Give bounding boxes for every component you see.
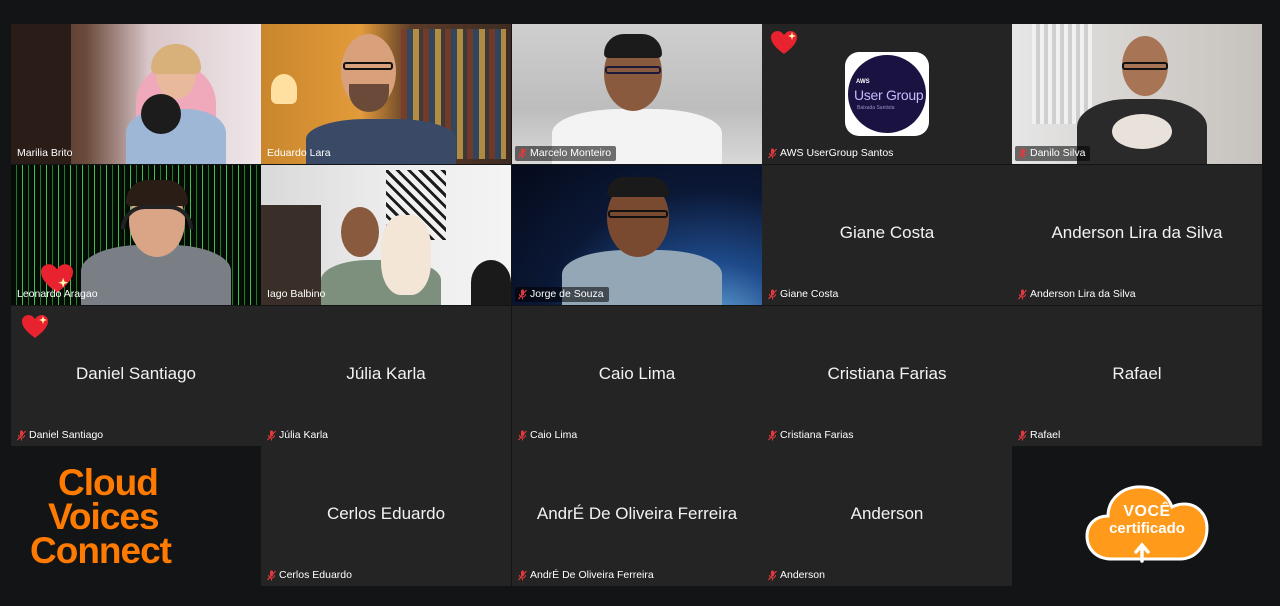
participant-name-tag: AWS UserGroup Santos bbox=[765, 146, 898, 161]
cert-bottom-text: certificado bbox=[1109, 520, 1185, 537]
participant-name: Júlia Karla bbox=[279, 429, 329, 441]
video-tile-iago-balbino[interactable]: Iago Balbino bbox=[261, 165, 511, 305]
mic-muted-icon bbox=[267, 430, 276, 441]
participant-name: Iago Balbino bbox=[267, 288, 326, 300]
brand-line-2: Voices bbox=[48, 496, 160, 537]
cloud-voices-connect-logo: Cloud Voices Connect bbox=[30, 462, 250, 571]
video-tile-aws-usergroup-santos[interactable]: AWS User Group Baixada Santista AWS User… bbox=[762, 24, 1012, 164]
video-tile-cristiana-farias[interactable]: Cristiana Farias Cristiana Farias bbox=[762, 306, 1012, 446]
video-tile-caio-lima[interactable]: Caio Lima Caio Lima bbox=[512, 306, 762, 446]
mic-muted-icon bbox=[1018, 289, 1027, 300]
video-tile-marcelo-monteiro[interactable]: Marcelo Monteiro bbox=[512, 24, 762, 164]
video-tile-jorge-de-souza[interactable]: Jorge de Souza bbox=[512, 165, 762, 305]
participant-name: Danilo Silva bbox=[1030, 147, 1086, 159]
mic-muted-icon bbox=[518, 289, 527, 300]
mic-muted-icon bbox=[768, 289, 777, 300]
mic-muted-icon bbox=[1018, 430, 1027, 441]
participant-name: Leonardo Aragao bbox=[17, 288, 98, 300]
participant-name-tag: Cerlos Eduardo bbox=[264, 568, 357, 583]
mic-muted-icon bbox=[1018, 148, 1027, 159]
participant-name: Marcelo Monteiro bbox=[530, 147, 612, 159]
participant-name-tag: Iago Balbino bbox=[264, 287, 330, 302]
video-feed bbox=[11, 24, 261, 164]
participant-name: AWS UserGroup Santos bbox=[780, 147, 894, 159]
participant-display-name: Cristiana Farias bbox=[827, 364, 947, 383]
participant-name: Anderson Lira da Silva bbox=[1030, 288, 1136, 300]
mic-muted-icon bbox=[518, 148, 527, 159]
video-feed bbox=[512, 165, 762, 305]
participant-name: Marilia Brito bbox=[17, 147, 73, 159]
participant-display-name: Júlia Karla bbox=[346, 364, 426, 383]
participant-name-tag: Eduardo Lara bbox=[264, 146, 336, 161]
video-tile-eduardo-lara[interactable]: Eduardo Lara bbox=[261, 24, 511, 164]
mic-muted-icon bbox=[267, 570, 276, 581]
voce-certificado-badge: VOCÊ certificado bbox=[1084, 481, 1210, 563]
participant-name: Anderson bbox=[780, 569, 825, 581]
brand-line-1: Cloud bbox=[58, 462, 159, 503]
participant-name-tag: Giane Costa bbox=[765, 287, 843, 302]
video-tile-danilo-silva[interactable]: Danilo Silva bbox=[1012, 24, 1262, 164]
participant-name-tag: Marilia Brito bbox=[14, 146, 77, 161]
cert-top-text: VOCÊ bbox=[1123, 503, 1171, 520]
participant-display-name: Anderson bbox=[850, 504, 924, 523]
mic-muted-icon bbox=[768, 430, 777, 441]
participant-display-name: Daniel Santiago bbox=[75, 364, 197, 383]
participant-name-tag: Leonardo Aragao bbox=[14, 287, 103, 302]
participant-name: Cerlos Eduardo bbox=[279, 569, 352, 581]
participant-name-tag: Daniel Santiago bbox=[14, 428, 108, 443]
video-tile-giane-costa[interactable]: Giane Costa Giane Costa bbox=[762, 165, 1012, 305]
participant-name-tag: AndrÉ De Oliveira Ferreira bbox=[515, 568, 659, 583]
participant-name-tag: Caio Lima bbox=[515, 428, 582, 443]
aws-logo-subtitle: Baixada Santista bbox=[857, 105, 895, 111]
video-tile-andre-de-oliveira-ferreira[interactable]: AndrÉ De Oliveira Ferreira AndrÉ De Oliv… bbox=[512, 446, 762, 586]
video-feed bbox=[261, 24, 511, 164]
video-tile-daniel-santiago[interactable]: Daniel Santiago Daniel Santiago bbox=[11, 306, 261, 446]
participant-name: Daniel Santiago bbox=[29, 429, 104, 441]
video-tile-rafael[interactable]: Rafael Rafael bbox=[1012, 306, 1262, 446]
participant-name-tag: Anderson Lira da Silva bbox=[1015, 287, 1141, 302]
brand-line-3: Connect bbox=[30, 530, 172, 571]
participant-name: Giane Costa bbox=[780, 288, 839, 300]
mic-muted-icon bbox=[518, 570, 527, 581]
mic-muted-icon bbox=[768, 570, 777, 581]
participant-name-tag: Marcelo Monteiro bbox=[515, 146, 617, 161]
participant-display-name: AndrÉ De Oliveira Ferreira bbox=[536, 504, 738, 523]
mic-muted-icon bbox=[518, 430, 527, 441]
participant-name-tag: Rafael bbox=[1015, 428, 1065, 443]
participant-name-tag: Anderson bbox=[765, 568, 830, 583]
video-feed bbox=[261, 165, 511, 305]
participant-name: Eduardo Lara bbox=[267, 147, 331, 159]
participant-display-name: Caio Lima bbox=[598, 364, 676, 383]
video-tile-julia-karla[interactable]: Júlia Karla Júlia Karla bbox=[261, 306, 511, 446]
video-tile-anderson[interactable]: Anderson Anderson bbox=[762, 446, 1012, 586]
heart-reaction-icon bbox=[22, 315, 48, 338]
video-tile-marilia-brito[interactable]: Marilia Brito bbox=[11, 24, 261, 164]
participant-display-name: Rafael bbox=[1112, 364, 1162, 383]
participant-display-name: Cerlos Eduardo bbox=[326, 504, 446, 523]
aws-user-group-logo: AWS User Group Baixada Santista bbox=[845, 52, 929, 136]
video-feed bbox=[1012, 24, 1262, 164]
video-tile-leonardo-aragao[interactable]: Leonardo Aragao bbox=[11, 165, 261, 305]
participant-name-tag: Danilo Silva bbox=[1015, 146, 1091, 161]
video-tile-anderson-lira-da-silva[interactable]: Anderson Lira da Silva Anderson Lira da … bbox=[1012, 165, 1262, 305]
video-feed bbox=[512, 24, 762, 164]
aws-logo-small-text: AWS bbox=[856, 79, 870, 85]
participant-name: Rafael bbox=[1030, 429, 1061, 441]
mic-muted-icon bbox=[17, 430, 26, 441]
participant-name-tag: Júlia Karla bbox=[264, 428, 333, 443]
mic-muted-icon bbox=[768, 148, 777, 159]
video-tile-cerlos-eduardo[interactable]: Cerlos Eduardo Cerlos Eduardo bbox=[261, 446, 511, 586]
participant-name: Cristiana Farias bbox=[780, 429, 854, 441]
participant-name-tag: Cristiana Farias bbox=[765, 428, 859, 443]
participant-name: Jorge de Souza bbox=[530, 288, 604, 300]
participant-display-name: Anderson Lira da Silva bbox=[1051, 223, 1223, 242]
heart-reaction-icon bbox=[771, 31, 797, 54]
aws-logo-title: User Group bbox=[854, 87, 924, 103]
participant-name: Caio Lima bbox=[530, 429, 578, 441]
participant-name: AndrÉ De Oliveira Ferreira bbox=[530, 569, 654, 581]
participant-display-name: Giane Costa bbox=[839, 223, 935, 242]
participant-name-tag: Jorge de Souza bbox=[515, 287, 609, 302]
